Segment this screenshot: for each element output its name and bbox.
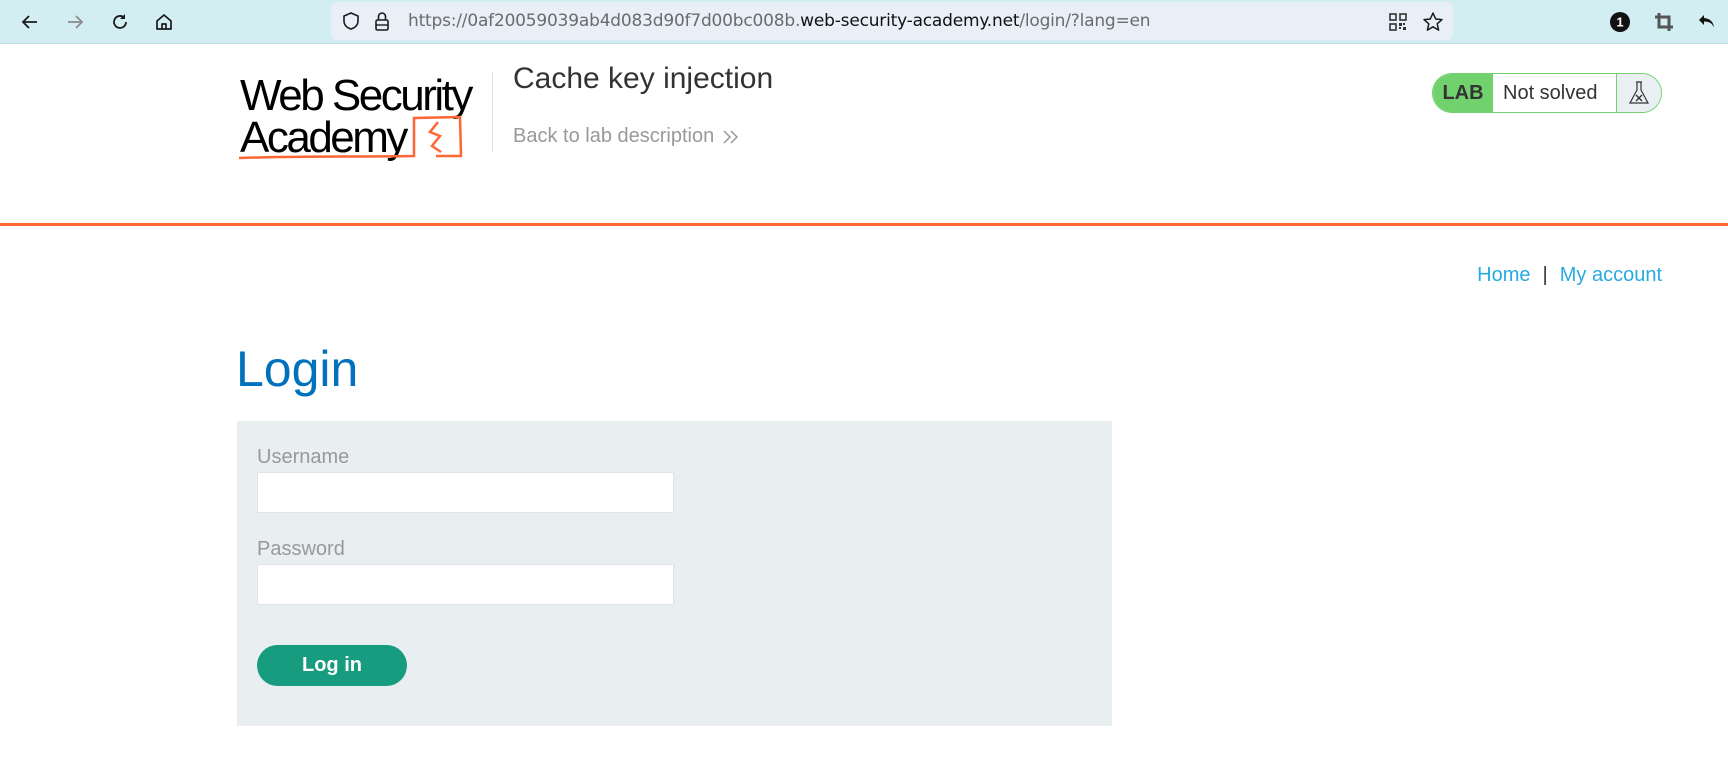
- undo-icon: [1699, 15, 1714, 28]
- double-chevron-right-icon: [723, 129, 739, 144]
- lab-title: Cache key injection: [513, 62, 774, 95]
- lock-icon: [375, 12, 389, 31]
- back-arrow-icon: [21, 15, 37, 29]
- qr-code-icon[interactable]: [1389, 13, 1407, 31]
- home-button[interactable]: [150, 8, 178, 36]
- username-input[interactable]: [257, 472, 674, 513]
- extension-badge-icon: 1: [1610, 12, 1630, 32]
- page-title: Login: [236, 341, 359, 397]
- url-text[interactable]: https://0af20059039ab4d083d90f7d00bc008b…: [408, 11, 1151, 31]
- password-input[interactable]: [257, 564, 674, 605]
- back-to-lab-description-link[interactable]: Back to lab description: [513, 125, 740, 148]
- address-bar[interactable]: https://0af20059039ab4d083d90f7d00bc008b…: [331, 2, 1453, 40]
- lab-status-badge: LAB Not solved: [1432, 73, 1662, 113]
- reload-button[interactable]: [106, 8, 134, 36]
- reload-icon: [113, 14, 127, 29]
- header-divider: [492, 72, 493, 152]
- extension-button[interactable]: 1: [1606, 8, 1634, 36]
- lab-status-icon-wrap: [1617, 74, 1661, 112]
- login-form: Username Password Log in: [237, 421, 1112, 726]
- browser-toolbar: https://0af20059039ab4d083d90f7d00bc008b…: [0, 0, 1728, 44]
- home-link[interactable]: Home: [1477, 264, 1530, 287]
- crop-icon: [1655, 13, 1673, 31]
- crop-button[interactable]: [1650, 8, 1678, 36]
- bookmark-star-icon[interactable]: [1422, 11, 1444, 33]
- home-icon: [156, 14, 172, 30]
- login-button[interactable]: Log in: [257, 645, 407, 686]
- top-nav: Home | My account: [1477, 264, 1662, 287]
- lab-label: LAB: [1433, 74, 1493, 112]
- flask-icon: [1628, 81, 1650, 104]
- svg-text:1: 1: [1616, 15, 1623, 30]
- password-label: Password: [257, 538, 345, 560]
- undo-button[interactable]: [1693, 8, 1721, 36]
- lab-status: Not solved: [1493, 74, 1617, 112]
- forward-arrow-icon: [68, 15, 84, 29]
- back-button[interactable]: [16, 8, 44, 36]
- svg-text:Academy: Academy: [240, 113, 408, 162]
- back-link-label: Back to lab description: [513, 125, 715, 147]
- my-account-link[interactable]: My account: [1560, 264, 1662, 287]
- username-label: Username: [257, 446, 350, 468]
- web-security-academy-logo[interactable]: Web Security Academy: [238, 70, 490, 162]
- forward-button[interactable]: [61, 8, 89, 36]
- shield-icon: [343, 12, 359, 30]
- nav-separator: |: [1542, 264, 1548, 286]
